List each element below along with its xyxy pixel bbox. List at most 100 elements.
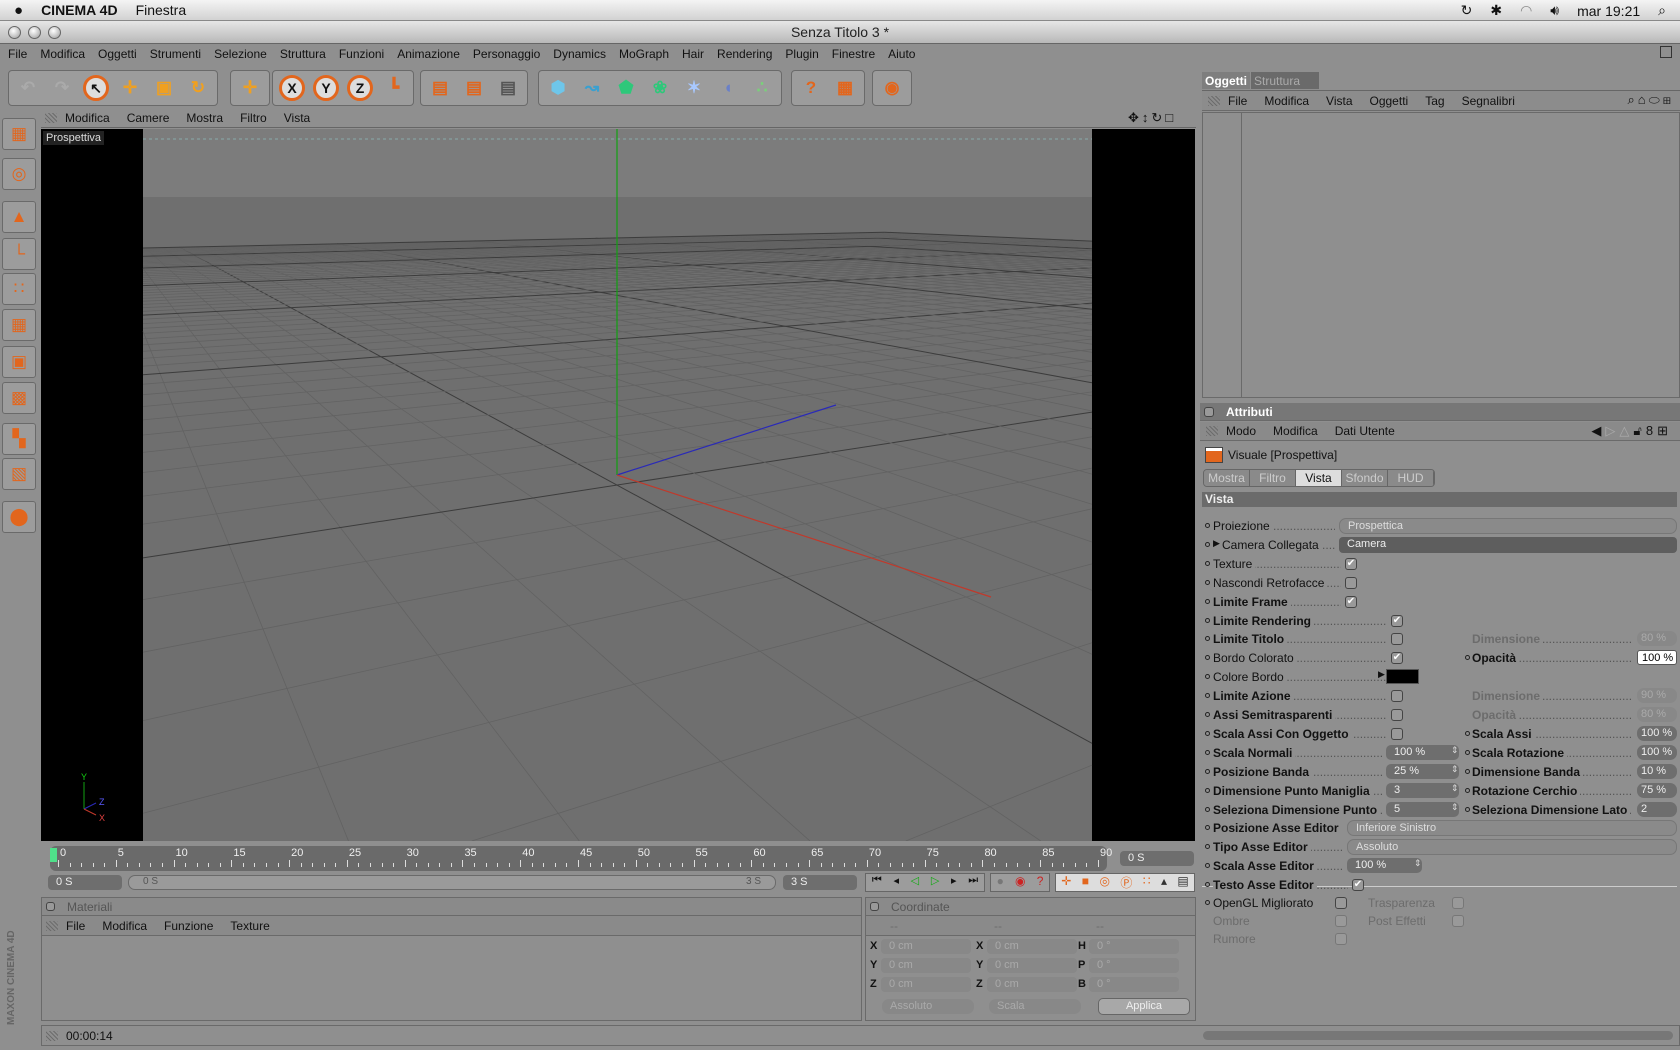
viewport-perspective[interactable]: Y Z X Prospettiva [41,129,1195,841]
attr-checkbox[interactable] [1391,709,1403,721]
attr-checkbox[interactable] [1335,933,1347,946]
menu-struttura[interactable]: Struttura [280,47,326,61]
coord-mode-dropdown[interactable]: Assoluto [882,999,974,1014]
menu-item-modo[interactable]: Modo [1226,424,1256,438]
menu-personaggio[interactable]: Personaggio [473,47,540,61]
menu-item-file[interactable]: File [66,919,85,933]
render-view-button[interactable]: ▤ [423,71,457,105]
minimize-window-button[interactable] [28,26,41,39]
animation-dot[interactable] [1205,523,1210,528]
eye-icon[interactable]: ⬭ [1649,92,1663,107]
key-scale-icon[interactable]: ■ [1082,874,1089,891]
help-table-button[interactable]: ▦ [828,71,862,105]
array-button[interactable]: ❀ [643,71,677,105]
end-time-field[interactable]: 3 S [783,875,857,890]
uvw-button[interactable]: ▩ [2,382,36,414]
grip-icon[interactable] [45,113,57,123]
coord-y-field[interactable]: 0 cm [987,958,1077,973]
move-button[interactable]: ✛ [113,71,147,105]
spline-button[interactable]: ↝ [575,71,609,105]
panel-toggle[interactable] [46,902,55,911]
coord-x-field[interactable]: 0 cm [881,939,971,954]
animation-dot[interactable] [1205,579,1210,585]
forward-icon[interactable]: ▷ [1605,423,1619,438]
attr-checkbox[interactable]: ✔ [1391,652,1403,665]
layout-toggle-icon[interactable] [1660,46,1672,58]
projection-dropdown[interactable]: Prospettica [1339,518,1677,534]
new-panel-icon[interactable]: ⊞ [1663,92,1674,107]
menu-item-funzione[interactable]: Funzione [164,919,213,933]
model-tool-button[interactable]: ◎ [2,158,36,190]
attr-right-field[interactable]: 80 % [1637,707,1677,722]
menu-item-mostra[interactable]: Mostra [186,111,223,125]
menu-aiuto[interactable]: Aiuto [888,47,915,61]
animation-dot[interactable] [1205,768,1210,774]
menu-modifica[interactable]: Modifica [40,47,85,61]
attr-checkbox[interactable] [1452,897,1464,909]
attr-checkbox[interactable]: ✔ [1391,614,1403,627]
attr-checkbox[interactable]: ✔ [1345,595,1357,608]
menu-selezione[interactable]: Selezione [214,47,267,61]
x-axis-button[interactable]: X [275,71,309,105]
app-name-menu[interactable]: CINEMA 4D [41,2,118,18]
polygons-button[interactable]: ▣ [2,346,36,378]
redo-button[interactable]: ↷ [45,71,79,105]
apple-icon[interactable]: ● [14,2,23,19]
sculpt-button[interactable]: ⬤ [2,501,36,533]
menu-item-texture[interactable]: Texture [230,919,269,933]
animation-dot[interactable] [1205,749,1210,755]
autokey-icon[interactable]: ? [1037,874,1044,891]
play-forward-button[interactable]: ▷ [931,874,939,891]
color-expand-arrow-icon[interactable]: ▶ [1378,669,1385,680]
animation-dot[interactable] [1205,617,1210,623]
spinner-icon[interactable]: ⇕ [1414,858,1422,869]
menu-mograph[interactable]: MoGraph [619,47,669,61]
menu-item-vista[interactable]: Vista [284,111,310,125]
spinner-icon[interactable]: ⇕ [1451,783,1459,794]
play-backward-button[interactable]: ◁ [911,874,919,891]
attr-checkbox[interactable] [1391,690,1403,703]
animation-dot[interactable] [1205,863,1210,869]
zoom-window-button[interactable] [48,26,61,39]
attr-number-field[interactable]: 5 [1386,801,1459,817]
animation-dot[interactable] [1465,768,1470,774]
search-icon[interactable]: ⌕ [1627,92,1637,107]
prev-frame-button[interactable]: ◂ [893,874,899,891]
animation-dot[interactable] [1205,844,1210,850]
tab-vista[interactable]: Vista [1296,470,1342,486]
particles-button[interactable]: ∴ [745,71,779,105]
panel-toggle[interactable] [1204,406,1214,417]
render-settings-button[interactable]: ▤ [491,71,525,105]
menu-animazione[interactable]: Animazione [397,47,460,61]
attr-right-field[interactable]: 10 % [1637,763,1677,779]
coord-x-field[interactable]: 0 cm [987,939,1077,954]
axis-button[interactable]: └ [2,238,36,270]
clock[interactable]: mar 19:21 [1577,3,1640,19]
menu-item-segnalibri[interactable]: Segnalibri [1462,94,1515,108]
menu-oggetti[interactable]: Oggetti [98,47,137,61]
render-picture-viewer-button[interactable]: ▤ [457,71,491,105]
viewport-canvas[interactable]: Y Z X [41,129,1195,841]
select-button[interactable]: ↖ [79,71,113,105]
playhead[interactable] [50,848,57,862]
bluetooth-icon[interactable]: ✱ [1490,2,1502,19]
key-points-icon[interactable]: ∷ [1143,874,1151,891]
help-pointer-button[interactable]: ? [794,71,828,105]
animation-dot[interactable] [1205,560,1210,566]
attr-number-field[interactable]: 3 [1386,782,1459,798]
spinner-icon[interactable]: ⇕ [1451,745,1459,756]
menu-item-modifica[interactable]: Modifica [1273,424,1318,438]
menu-rendering[interactable]: Rendering [717,47,772,61]
back-icon[interactable]: ◀ [1591,423,1605,438]
menu-strumenti[interactable]: Strumenti [150,47,201,61]
attr-checkbox[interactable]: ✔ [1345,557,1357,570]
animation-dot[interactable] [1465,749,1470,755]
attr-checkbox[interactable] [1391,727,1403,740]
expand-arrow-icon[interactable]: ▶ [1213,538,1220,549]
attr-checkbox[interactable]: ✔ [1352,879,1364,892]
animation-dot[interactable] [1465,730,1470,736]
z-axis-button[interactable]: Z [343,71,377,105]
attr-right-field[interactable]: 2 [1637,801,1677,817]
coord-size-dropdown[interactable]: Scala [989,999,1081,1014]
record-icon[interactable]: ◉ [1015,874,1025,891]
